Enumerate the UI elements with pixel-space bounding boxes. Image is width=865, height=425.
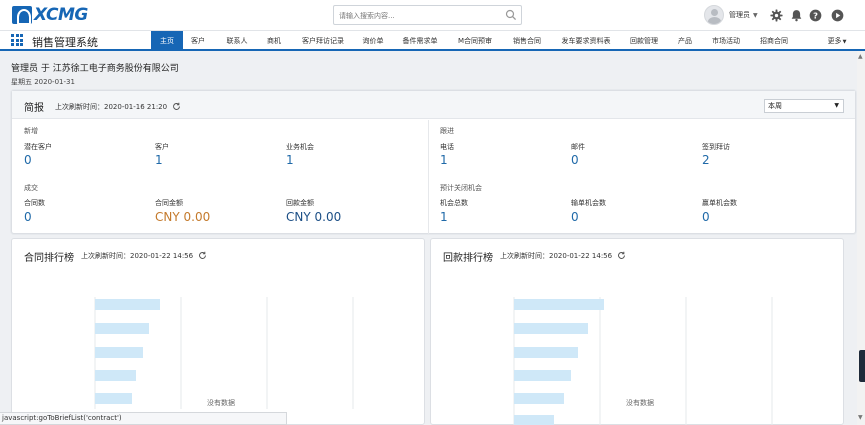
- metric-label-lost-opportunities: 输单机会数: [571, 199, 606, 207]
- brief-card: 简报 上次刷新时间：2020-01-16 21:20 本周 ▼ 新增 潜在客户 …: [11, 90, 856, 235]
- chevron-down-icon: ▼: [753, 11, 758, 19]
- metric-value-lost-opportunities[interactable]: 0: [571, 210, 579, 224]
- help-icon[interactable]: ?: [809, 9, 822, 22]
- nav-tab-campaigns[interactable]: 市场活动: [706, 31, 746, 51]
- payment-ranking-card: 回款排行榜 上次刷新时间：2020-01-22 14:56 没有数据: [430, 238, 844, 425]
- metric-label-opportunities: 业务机会: [286, 143, 314, 151]
- nav-tab-visit-records[interactable]: 客户拜访记录: [296, 31, 350, 51]
- metric-label-contract-count: 合同数: [24, 199, 45, 207]
- section-label-closing: 预计关闭机会: [440, 184, 482, 192]
- metric-value-customers[interactable]: 1: [155, 153, 163, 167]
- nav-tab-payments[interactable]: 回款管理: [624, 31, 664, 51]
- placeholder-bar: [514, 299, 604, 310]
- metric-value-checkin-visits[interactable]: 2: [702, 153, 710, 167]
- section-label-new: 新增: [24, 127, 38, 135]
- metric-label-leads: 潜在客户: [24, 143, 52, 151]
- nav-tab-home[interactable]: 主页: [151, 31, 183, 51]
- metric-value-emails[interactable]: 0: [571, 153, 579, 167]
- placeholder-bar: [95, 393, 132, 404]
- svg-text:?: ?: [813, 11, 818, 21]
- nav-more-label: 更多: [827, 37, 842, 45]
- app-name: 销售管理系统: [32, 36, 98, 49]
- logo-text: XCMG: [34, 5, 88, 25]
- global-search: [333, 5, 522, 25]
- section-label-followup: 跟进: [440, 127, 454, 135]
- metric-value-contract-amount[interactable]: CNY 0.00: [155, 210, 210, 224]
- app-launcher-icon[interactable]: [11, 34, 23, 46]
- search-input[interactable]: [339, 9, 499, 22]
- browser-status-link: javascript:goToBriefList('contract'): [0, 412, 287, 425]
- metric-label-calls: 电话: [440, 143, 454, 151]
- user-menu[interactable]: 管理员 ▼: [704, 4, 758, 26]
- nav-tab-partner-contracts[interactable]: 招商合同: [754, 31, 794, 51]
- refresh-icon[interactable]: [172, 102, 181, 111]
- brief-refresh-text: 上次刷新时间：2020-01-16 21:20: [55, 103, 168, 111]
- search-icon[interactable]: [505, 9, 517, 21]
- brief-divider: [428, 120, 429, 235]
- metric-value-total-opportunities[interactable]: 1: [440, 210, 448, 224]
- chevron-down-icon: ▼: [834, 102, 839, 109]
- brief-refresh: 上次刷新时间：2020-01-16 21:20: [55, 102, 181, 112]
- bell-icon[interactable]: [790, 9, 803, 22]
- side-panel-handle[interactable]: [859, 350, 865, 382]
- nav-tab-parts-requests[interactable]: 备件需求单: [397, 31, 443, 51]
- period-select[interactable]: 本周 ▼: [764, 99, 844, 113]
- metric-value-payment-amount[interactable]: CNY 0.00: [286, 210, 341, 224]
- placeholder-bar: [95, 323, 149, 334]
- nav-tab-opportunities[interactable]: 商机: [261, 31, 287, 51]
- scroll-up-icon[interactable]: ▲: [858, 53, 863, 60]
- xcmg-logo[interactable]: XCMG: [12, 5, 88, 25]
- gear-icon[interactable]: [770, 9, 783, 22]
- metric-value-contract-count[interactable]: 0: [24, 210, 32, 224]
- metric-value-calls[interactable]: 1: [440, 153, 448, 167]
- brief-title: 简报: [24, 103, 44, 114]
- avatar: [704, 5, 724, 25]
- metric-value-opportunities[interactable]: 1: [286, 153, 294, 167]
- contract-ranking-card: 合同排行榜 上次刷新时间：2020-01-22 14:56 没有数据: [11, 238, 425, 425]
- placeholder-bar: [514, 370, 571, 381]
- contract-ranking-no-data: 没有数据: [207, 399, 235, 407]
- top-bar: XCMG 管理员 ▼ ?: [0, 0, 865, 31]
- nav-more[interactable]: 更多▼: [823, 31, 851, 51]
- main-nav: 销售管理系统 主页 客户 联系人 商机 客户拜访记录 询价单 备件需求单 M合同…: [0, 31, 865, 51]
- metric-label-contract-amount: 合同金额: [155, 199, 183, 207]
- page-date: 星期五 2020-01-31: [11, 78, 75, 86]
- metric-value-leads[interactable]: 0: [24, 153, 32, 167]
- metric-label-total-opportunities: 机会总数: [440, 199, 468, 207]
- placeholder-bar: [514, 393, 564, 404]
- placeholder-bar: [514, 347, 578, 358]
- metric-label-customers: 客户: [155, 143, 169, 151]
- metric-label-checkin-visits: 签到拜访: [702, 143, 730, 151]
- payment-ranking-no-data: 没有数据: [626, 399, 654, 407]
- nav-tab-dispatch-forms[interactable]: 发车要求资料表: [556, 31, 616, 51]
- page-header: 管理员 于 江苏徐工电子商务股份有限公司 星期五 2020-01-31: [11, 61, 179, 87]
- nav-tab-customers[interactable]: 客户: [185, 31, 211, 51]
- user-name: 管理员: [729, 11, 750, 19]
- section-label-deals: 成交: [24, 184, 38, 192]
- nav-tab-inquiries[interactable]: 询价单: [356, 31, 390, 51]
- nav-tab-products[interactable]: 产品: [672, 31, 698, 51]
- nav-tab-contract-review[interactable]: M合同预审: [451, 31, 499, 51]
- placeholder-bar: [95, 347, 143, 358]
- nav-tab-contacts[interactable]: 联系人: [220, 31, 254, 51]
- metric-label-emails: 邮件: [571, 143, 585, 151]
- chevron-down-icon: ▼: [842, 39, 847, 45]
- placeholder-bar: [95, 299, 160, 310]
- nav-tab-sales-contracts[interactable]: 销售合同: [507, 31, 547, 51]
- metric-value-won-opportunities[interactable]: 0: [702, 210, 710, 224]
- metric-label-payment-amount: 回款金额: [286, 199, 314, 207]
- placeholder-bar: [514, 415, 554, 425]
- placeholder-bar: [514, 323, 588, 334]
- logo-mark-icon: [12, 6, 32, 25]
- play-icon[interactable]: [831, 9, 844, 22]
- metric-label-won-opportunities: 赢单机会数: [702, 199, 737, 207]
- scroll-down-icon[interactable]: ▼: [858, 414, 863, 421]
- brief-header: 简报 上次刷新时间：2020-01-16 21:20 本周 ▼: [12, 91, 855, 119]
- period-select-value: 本周: [768, 102, 782, 110]
- page-title: 管理员 于 江苏徐工电子商务股份有限公司: [11, 64, 179, 74]
- placeholder-bar: [95, 370, 136, 381]
